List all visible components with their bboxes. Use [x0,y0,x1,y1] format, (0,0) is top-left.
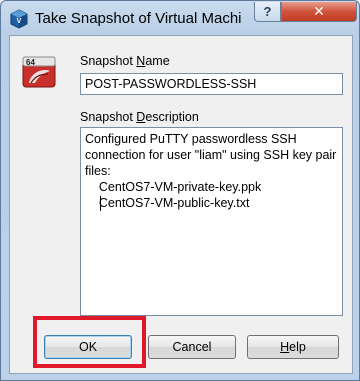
svg-text:V: V [17,18,22,25]
snapshot-description-field[interactable]: Configured PuTTY passwordless SSH connec… [80,127,343,316]
dialog-window: V Take Snapshot of Virtual Machi ? ✕ 64 … [0,0,360,381]
close-icon: ✕ [313,3,325,19]
title-bar[interactable]: V Take Snapshot of Virtual Machi ? ✕ [1,1,359,35]
cancel-button[interactable]: Cancel [148,335,236,359]
vm-64bit-icon: 64 [22,56,56,88]
snapshot-name-label: Snapshot Name [80,54,170,68]
window-title: Take Snapshot of Virtual Machi [35,10,242,27]
help-icon: ? [263,4,272,19]
ok-button[interactable]: OK [44,335,132,359]
title-help-button[interactable]: ? [254,2,281,22]
virtualbox-icon: V [10,9,28,29]
close-button[interactable]: ✕ [281,2,357,22]
vm-bitness-badge: 64 [26,58,35,67]
dialog-body: 64 Snapshot Name Snapshot Description Co… [9,35,353,374]
snapshot-name-input[interactable] [80,73,343,95]
snapshot-description-label: Snapshot Description [80,110,199,124]
help-button[interactable]: Help [247,335,339,359]
text-caret [100,196,101,211]
